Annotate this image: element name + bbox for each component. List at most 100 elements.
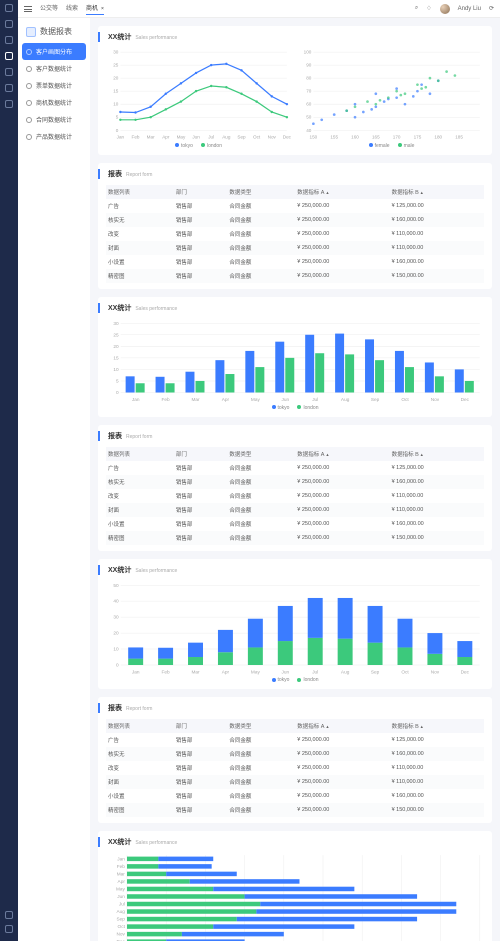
table-row[interactable]: 封面销售部合同金额¥ 250,000.00¥ 110,000.00: [106, 503, 484, 517]
svg-text:Sep: Sep: [371, 669, 380, 675]
table-row[interactable]: 精密图销售部合同金额¥ 250,000.00¥ 150,000.00: [106, 269, 484, 283]
column-header[interactable]: 数据指标 B▲: [390, 719, 484, 733]
svg-text:Jan: Jan: [117, 134, 125, 139]
svg-text:40: 40: [306, 128, 312, 133]
crumb[interactable]: 商机×: [86, 3, 104, 15]
report-card-2: 报表Report form 数据列表部门数据类型数据指标 A▲数据指标 B▲广告…: [98, 425, 492, 551]
svg-text:20: 20: [113, 343, 119, 349]
avatar[interactable]: [440, 4, 450, 14]
table-row[interactable]: 精密图销售部合同金额¥ 250,000.00¥ 150,000.00: [106, 531, 484, 545]
column-header[interactable]: 数据指标 A▲: [295, 719, 389, 733]
svg-text:Jul: Jul: [208, 134, 214, 139]
dot-icon: [26, 83, 32, 89]
svg-text:Jul: Jul: [119, 902, 125, 908]
svg-text:Mar: Mar: [117, 871, 126, 877]
card-subtitle: Sales performance: [135, 306, 177, 312]
svg-text:Jun: Jun: [281, 396, 289, 402]
card-title: XX统计: [104, 837, 131, 847]
rail-item[interactable]: [5, 36, 13, 44]
table-row[interactable]: 广告销售部合同金额¥ 250,000.00¥ 125,000.00: [106, 733, 484, 747]
sidebar-item[interactable]: 产品数据统计: [18, 128, 90, 145]
line-chart: 051015202530JanFebMarAprMayJunJulAugSepO…: [106, 48, 291, 149]
sidebar-item[interactable]: 合同数据统计: [18, 111, 90, 128]
column-header[interactable]: 数据列表: [106, 185, 174, 199]
table-row[interactable]: 封面销售部合同金额¥ 250,000.00¥ 110,000.00: [106, 241, 484, 255]
rail-item[interactable]: [5, 68, 13, 76]
stat-card-1: XX统计Sales performance 051015202530JanFeb…: [98, 26, 492, 155]
table-row[interactable]: 改变销售部合同金额¥ 250,000.00¥ 110,000.00: [106, 227, 484, 241]
table-row[interactable]: 小设置销售部合同金额¥ 250,000.00¥ 160,000.00: [106, 789, 484, 803]
rail-item[interactable]: [5, 100, 13, 108]
sidebar-item[interactable]: 客户画图分布: [22, 43, 86, 60]
column-header[interactable]: 数据指标 B▲: [390, 447, 484, 461]
column-header[interactable]: 数据类型: [227, 719, 295, 733]
svg-text:Feb: Feb: [117, 864, 126, 870]
svg-text:175: 175: [414, 134, 422, 139]
table-row[interactable]: 核实无销售部合同金额¥ 250,000.00¥ 160,000.00: [106, 747, 484, 761]
column-header[interactable]: 数据指标 B▲: [390, 185, 484, 199]
svg-text:Dec: Dec: [283, 134, 291, 139]
svg-text:60: 60: [306, 102, 312, 107]
main-content: XX统计Sales performance 051015202530JanFeb…: [90, 18, 500, 941]
column-header[interactable]: 数据类型: [227, 185, 295, 199]
svg-text:May: May: [177, 134, 186, 139]
svg-text:Dec: Dec: [461, 396, 470, 402]
rail-settings-icon[interactable]: [5, 911, 13, 919]
table-row[interactable]: 核实无销售部合同金额¥ 250,000.00¥ 160,000.00: [106, 475, 484, 489]
table-row[interactable]: 改变销售部合同金额¥ 250,000.00¥ 110,000.00: [106, 489, 484, 503]
svg-text:30: 30: [113, 50, 119, 55]
table-row[interactable]: 封面销售部合同金额¥ 250,000.00¥ 110,000.00: [106, 775, 484, 789]
rail-help-icon[interactable]: [5, 925, 13, 933]
bell-icon[interactable]: ♢: [426, 5, 431, 12]
svg-text:Aug: Aug: [341, 396, 350, 402]
svg-text:Mar: Mar: [191, 396, 200, 402]
svg-text:Oct: Oct: [401, 396, 409, 402]
dot-icon: [26, 117, 32, 123]
svg-text:Dec: Dec: [461, 669, 470, 675]
column-header[interactable]: 部门: [174, 719, 228, 733]
column-header[interactable]: 数据类型: [227, 447, 295, 461]
svg-text:20: 20: [113, 76, 119, 81]
rail-item[interactable]: [5, 20, 13, 28]
card-title: XX统计: [104, 303, 131, 313]
report-table: 数据列表部门数据类型数据指标 A▲数据指标 B▲广告销售部合同金额¥ 250,0…: [106, 447, 484, 545]
column-header[interactable]: 部门: [174, 447, 228, 461]
table-row[interactable]: 精密图销售部合同金额¥ 250,000.00¥ 150,000.00: [106, 803, 484, 817]
crumb[interactable]: 线索: [66, 3, 78, 15]
card-title: 报表: [104, 169, 122, 179]
column-header[interactable]: 数据列表: [106, 719, 174, 733]
svg-text:10: 10: [113, 102, 119, 107]
rail-item[interactable]: [5, 84, 13, 92]
table-row[interactable]: 广告销售部合同金额¥ 250,000.00¥ 125,000.00: [106, 461, 484, 475]
table-row[interactable]: 广告销售部合同金额¥ 250,000.00¥ 125,000.00: [106, 199, 484, 213]
svg-text:Feb: Feb: [132, 134, 140, 139]
card-title: XX统计: [104, 565, 131, 575]
rail-item[interactable]: [5, 4, 13, 12]
table-row[interactable]: 核实无销售部合同金额¥ 250,000.00¥ 160,000.00: [106, 213, 484, 227]
sidebar-item[interactable]: 客户数据统计: [18, 60, 90, 77]
table-row[interactable]: 小设置销售部合同金额¥ 250,000.00¥ 160,000.00: [106, 255, 484, 269]
breadcrumb: 公交等 线索 商机×: [40, 3, 104, 15]
close-icon[interactable]: ×: [101, 6, 104, 12]
column-header[interactable]: 数据列表: [106, 447, 174, 461]
table-row[interactable]: 小设置销售部合同金额¥ 250,000.00¥ 160,000.00: [106, 517, 484, 531]
column-header[interactable]: 数据指标 A▲: [295, 447, 389, 461]
svg-text:155: 155: [330, 134, 338, 139]
svg-text:0: 0: [116, 662, 119, 668]
crumb[interactable]: 公交等: [40, 3, 58, 15]
svg-text:70: 70: [306, 89, 312, 94]
sidebar-item[interactable]: 商机数据统计: [18, 94, 90, 111]
search-icon[interactable]: ⌕: [415, 5, 418, 12]
sidebar-item[interactable]: 票单数据统计: [18, 77, 90, 94]
menu-icon[interactable]: [24, 6, 32, 12]
refresh-icon[interactable]: ⟳: [489, 5, 494, 12]
report-card-3: 报表Report form 数据列表部门数据类型数据指标 A▲数据指标 B▲广告…: [98, 697, 492, 823]
rail-item[interactable]: [5, 52, 13, 60]
svg-text:0: 0: [116, 390, 119, 396]
svg-text:Oct: Oct: [118, 924, 126, 930]
svg-text:Jan: Jan: [132, 396, 140, 402]
hbar-chart: 051015202530354045JanFebMarAprMayJunJulA…: [106, 853, 484, 941]
table-row[interactable]: 改变销售部合同金额¥ 250,000.00¥ 110,000.00: [106, 761, 484, 775]
column-header[interactable]: 数据指标 A▲: [295, 185, 389, 199]
column-header[interactable]: 部门: [174, 185, 228, 199]
